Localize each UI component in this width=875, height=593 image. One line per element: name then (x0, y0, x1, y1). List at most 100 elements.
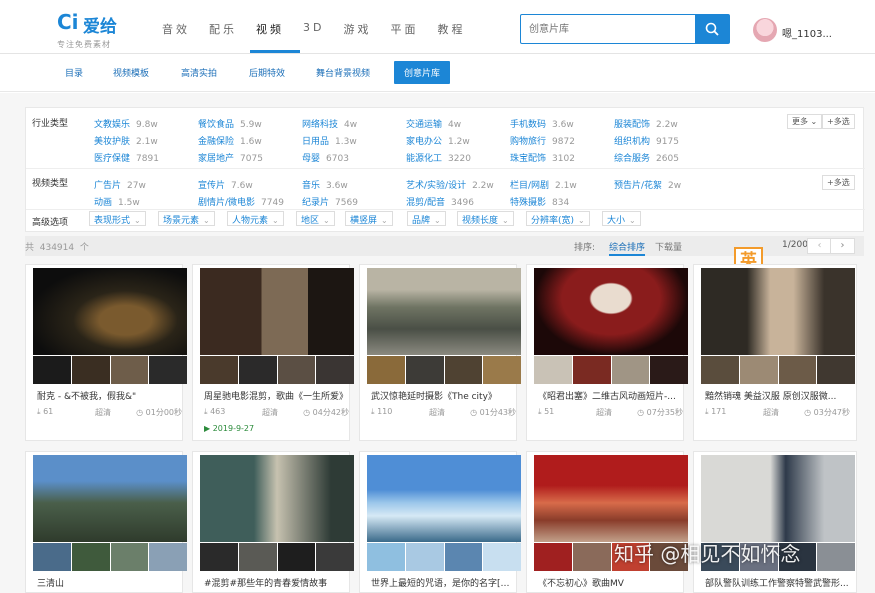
filter-video-item[interactable]: 音乐 3.6w (302, 178, 348, 191)
video-thumbnail[interactable] (200, 455, 354, 542)
filter-video-item[interactable]: 预告片/花絮 2w (614, 178, 681, 191)
video-thumbnail[interactable] (367, 268, 521, 355)
filter-industry-item[interactable]: 餐饮食品 5.9w (198, 117, 262, 130)
video-thumbnail[interactable] (534, 268, 688, 355)
download-count: ⤓ 51 (538, 407, 555, 416)
subnav-video-template[interactable]: 视频模板 (113, 66, 149, 79)
video-card[interactable]: 《不忘初心》歌曲MV (526, 451, 688, 593)
dropdown-brand[interactable]: 品牌 ⌄ (407, 211, 446, 226)
filter-video-item[interactable]: 特殊摄影 834 (510, 195, 569, 208)
nav-item-graphic[interactable]: 平面 (390, 21, 418, 37)
subnav-hd-footage[interactable]: 高清实拍 (181, 66, 217, 79)
filter-industry-item[interactable]: 日用品 1.3w (302, 134, 357, 147)
more-button[interactable]: 更多 ⌄ (787, 114, 823, 129)
filter-industry-item[interactable]: 母婴 6703 (302, 151, 349, 164)
filter-industry-item[interactable]: 金融保险 1.6w (198, 134, 262, 147)
video-title[interactable]: 部队警队训练工作警察特警武警形... (705, 576, 850, 589)
filter-video-item[interactable]: 栏目/网剧 2.1w (510, 178, 577, 191)
multi-select-button-industry[interactable]: +多选 (822, 114, 855, 129)
filter-industry-item[interactable]: 交通运输 4w (406, 117, 461, 130)
dropdown-expression[interactable]: 表现形式 ⌄ (89, 211, 146, 226)
next-page-button[interactable]: › (830, 238, 855, 254)
video-title[interactable]: 《不忘初心》歌曲MV (538, 576, 683, 589)
filter-industry-item[interactable]: 家电办公 1.2w (406, 134, 470, 147)
nav-item-game[interactable]: 游戏 (343, 21, 371, 37)
search-button[interactable] (695, 15, 729, 43)
video-card[interactable]: 世界上最短的咒语，是你的名字[中... (359, 451, 521, 593)
filter-video-item[interactable]: 广告片 27w (94, 178, 146, 191)
clock-icon: ◷ (470, 408, 478, 417)
sort-option-downloads[interactable]: 下载量 (655, 240, 682, 253)
nav-item-music[interactable]: 配乐 (209, 21, 237, 37)
multi-select-button-video[interactable]: +多选 (822, 175, 855, 190)
video-title[interactable]: 耐克 - &不被我，假我&" (37, 389, 182, 402)
clock-icon: ◷ (303, 408, 311, 417)
subnav-post-effects[interactable]: 后期特效 (249, 66, 285, 79)
filter-video-item[interactable]: 剧情片/微电影 7749 (198, 195, 284, 208)
filter-industry-item[interactable]: 网络科技 4w (302, 117, 357, 130)
filter-video-item[interactable]: 艺术/实验/设计 2.2w (406, 178, 494, 191)
subnav-creative-library[interactable]: 创意片库 (394, 61, 451, 84)
dropdown-resolution[interactable]: 分辨率(宽) ⌄ (526, 211, 590, 226)
filter-video-item[interactable]: 动画 1.5w (94, 195, 140, 208)
filter-label-advanced: 高级选项 (32, 218, 69, 228)
video-card[interactable]: 三清山 (25, 451, 187, 593)
nav-item-3d[interactable]: 3D (303, 21, 324, 37)
dropdown-length[interactable]: 视频长度 ⌄ (457, 211, 514, 226)
filter-industry-item[interactable]: 服装配饰 2.2w (614, 117, 678, 130)
search-input[interactable] (521, 15, 697, 43)
filter-industry-item[interactable]: 文教娱乐 9.8w (94, 117, 158, 130)
video-thumbnail[interactable] (33, 455, 187, 542)
filter-industry-item[interactable]: 手机数码 3.6w (510, 117, 574, 130)
filter-video-item[interactable]: 宣传片 7.6w (198, 178, 253, 191)
video-card[interactable]: 周星驰电影混剪，歌曲《一生所爱》 ⤓ 463 超清 ◷ 04分42秒 ▶ 201… (192, 264, 354, 441)
dropdown-people[interactable]: 人物元素 ⌄ (227, 211, 284, 226)
subnav-catalog[interactable]: 目录 (65, 66, 83, 79)
filter-industry-item[interactable]: 购物旅行 9872 (510, 134, 575, 147)
video-thumbnail[interactable] (367, 455, 521, 542)
duration: ◷ 01分43秒 (470, 408, 516, 417)
video-title[interactable]: 《昭君出塞》二维古风动画短片-... (538, 389, 683, 402)
video-title[interactable]: 周星驰电影混剪，歌曲《一生所爱》 (204, 389, 349, 402)
video-thumbnail[interactable] (33, 268, 187, 355)
dropdown-scene[interactable]: 场景元素 ⌄ (158, 211, 215, 226)
filter-industry-item[interactable]: 医疗保健 7891 (94, 151, 159, 164)
avatar[interactable] (753, 18, 777, 42)
video-card[interactable]: 武汉惊艳延时摄影《The city》 ⤓ 110 超清 ◷ 01分43秒 (359, 264, 521, 441)
video-title[interactable]: 三清山 (37, 576, 182, 589)
nav-item-tutorial[interactable]: 教程 (437, 21, 465, 37)
video-title[interactable]: 武汉惊艳延时摄影《The city》 (371, 389, 516, 402)
video-card[interactable]: 部队警队训练工作警察特警武警形... (693, 451, 857, 593)
divider (26, 209, 865, 210)
site-logo[interactable]: Ci 爱给 专注免费素材 (57, 10, 147, 50)
filter-industry-item[interactable]: 珠宝配饰 3102 (510, 151, 575, 164)
video-card[interactable]: 《昭君出塞》二维古风动画短片-... ⤓ 51 超清 ◷ 07分35秒 (526, 264, 688, 441)
sort-option-default[interactable]: 综合排序 (609, 240, 646, 256)
chevron-down-icon: ⌄ (810, 117, 818, 126)
dropdown-orientation[interactable]: 横竖屏 ⌄ (345, 211, 393, 226)
video-thumbnail[interactable] (534, 455, 688, 542)
filter-industry-item[interactable]: 美妆护肤 2.1w (94, 134, 158, 147)
username[interactable]: 嗯_1103... (782, 25, 832, 40)
filter-industry-item[interactable]: 家居地产 7075 (198, 151, 263, 164)
filter-video-item[interactable]: 纪录片 7569 (302, 195, 358, 208)
video-thumbnail[interactable] (701, 455, 855, 542)
video-title[interactable]: #混剪#那些年的青春爱情故事 (204, 576, 349, 589)
filter-industry-item[interactable]: 组织机构 9175 (614, 134, 679, 147)
filter-industry-item[interactable]: 综合服务 2605 (614, 151, 679, 164)
video-thumbnail[interactable] (701, 268, 855, 355)
nav-item-video[interactable]: 视频 (256, 21, 284, 37)
nav-item-sound[interactable]: 音效 (162, 21, 190, 37)
dropdown-size[interactable]: 大小 ⌄ (602, 211, 641, 226)
filter-industry-item[interactable]: 能源化工 3220 (406, 151, 471, 164)
prev-page-button[interactable]: ‹ (807, 238, 832, 254)
video-card[interactable]: #混剪#那些年的青春爱情故事 (192, 451, 354, 593)
video-card[interactable]: 耐克 - &不被我，假我&" ⤓ 61 超清 ◷ 01分00秒 (25, 264, 187, 441)
filter-video-item[interactable]: 混剪/配音 3496 (406, 195, 474, 208)
video-thumbnail[interactable] (200, 268, 354, 355)
dropdown-region[interactable]: 地区 ⌄ (296, 211, 335, 226)
video-title[interactable]: 黯然销魂 美益汉服 原创汉服微... (705, 389, 850, 402)
subnav-stage-background[interactable]: 舞台背景视频 (316, 66, 370, 79)
video-card[interactable]: 黯然销魂 美益汉服 原创汉服微... ⤓ 171 超清 ◷ 03分47秒 (693, 264, 857, 441)
video-title[interactable]: 世界上最短的咒语，是你的名字[中... (371, 576, 516, 589)
